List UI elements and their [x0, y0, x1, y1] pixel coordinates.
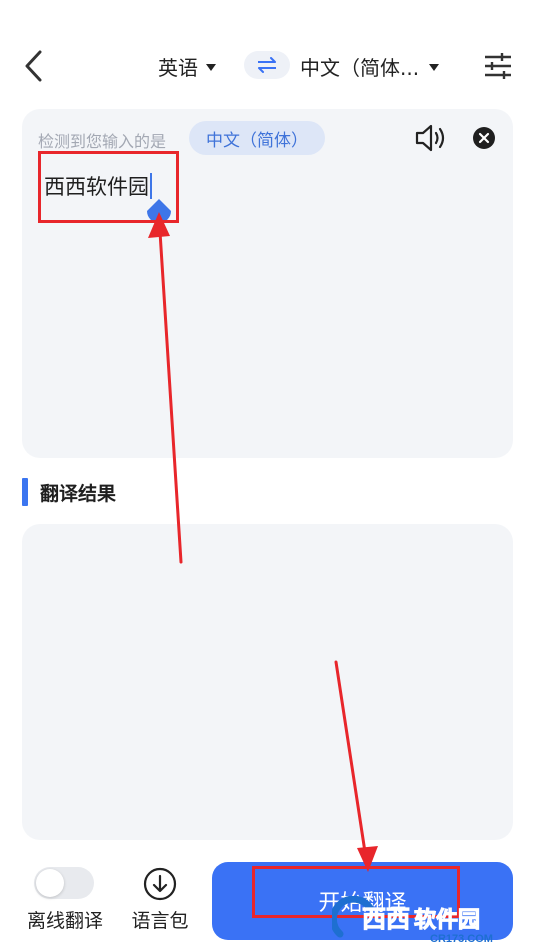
back-arrow-icon: [25, 50, 42, 82]
detected-language-chip[interactable]: 中文（简体）: [189, 121, 325, 155]
back-button[interactable]: [18, 44, 54, 88]
clear-input-button[interactable]: [472, 126, 496, 150]
speaker-icon: [415, 124, 445, 152]
language-pack-button[interactable]: 语言包: [122, 866, 198, 936]
svg-text:软件园: 软件园: [414, 907, 480, 932]
sliders-icon: [485, 53, 511, 79]
language-pack-label: 语言包: [131, 910, 189, 932]
offline-label: 离线翻译: [26, 910, 103, 932]
toggle-knob: [36, 869, 64, 897]
section-accent-bar: [22, 478, 28, 506]
result-title-text: 翻译结果: [40, 482, 117, 505]
target-language-select[interactable]: 中文（简体...: [300, 52, 450, 80]
offline-translate-control: 离线翻译: [20, 866, 110, 936]
offline-toggle[interactable]: [34, 867, 94, 899]
watermark-logo: 西西 软件园 CR173.COM: [329, 895, 524, 946]
speak-button[interactable]: [414, 123, 448, 153]
download-circle-icon: [143, 867, 177, 901]
swap-arrows-icon: [258, 57, 276, 73]
source-language-select[interactable]: 英语: [158, 52, 216, 80]
caret-down-icon: [429, 63, 440, 71]
swap-languages-button[interactable]: [244, 51, 290, 79]
source-language-label: 英语: [158, 55, 198, 80]
annotation-box-input: [38, 151, 179, 223]
result-panel: [22, 524, 513, 840]
caret-down-icon: [206, 63, 216, 71]
result-section-title: 翻译结果: [22, 478, 116, 506]
top-bar: 英语 中文（简体...: [0, 0, 535, 105]
detect-label: 检测到您输入的是: [38, 132, 167, 151]
svg-text:CR173.COM: CR173.COM: [430, 933, 493, 945]
svg-text:西西: 西西: [362, 906, 410, 933]
settings-button[interactable]: [482, 50, 514, 82]
target-language-label: 中文（简体...: [300, 55, 420, 80]
close-circle-icon: [473, 127, 495, 149]
